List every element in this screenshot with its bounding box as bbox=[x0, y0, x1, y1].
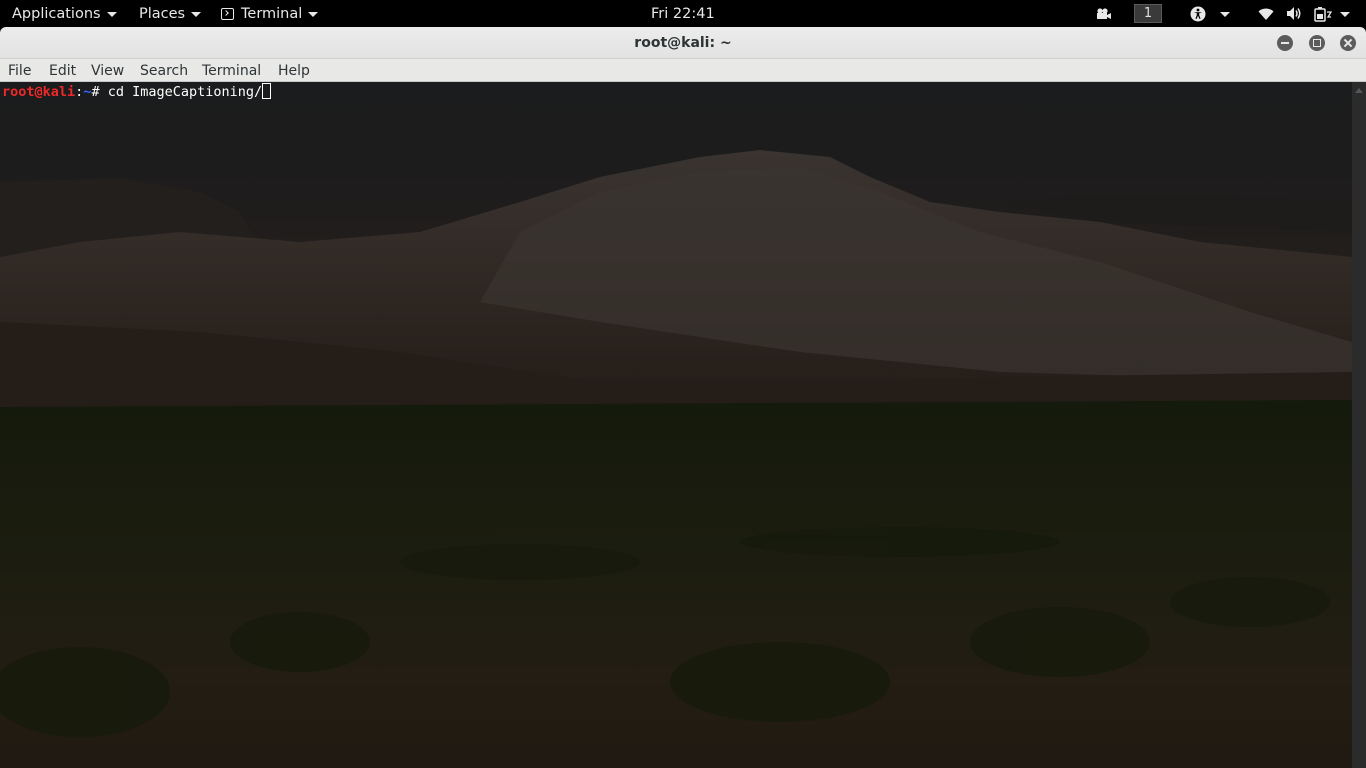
accessibility-icon bbox=[1190, 6, 1206, 21]
battery-icon bbox=[1314, 6, 1332, 22]
prompt-line: root@kali:~# cd ImageCaptioning/ bbox=[2, 83, 272, 101]
chevron-down-icon bbox=[1340, 12, 1350, 17]
wifi-icon[interactable] bbox=[1258, 0, 1274, 27]
close-button[interactable] bbox=[1340, 35, 1356, 51]
chevron-down-icon bbox=[308, 12, 319, 17]
terminal-icon bbox=[221, 7, 234, 20]
maximize-button[interactable] bbox=[1309, 35, 1325, 51]
places-menu[interactable]: Places bbox=[139, 0, 202, 27]
terminal-app-menu[interactable]: Terminal bbox=[221, 0, 319, 27]
menu-view[interactable]: View bbox=[91, 59, 124, 82]
prompt-symbol: # bbox=[91, 84, 108, 100]
applications-label: Applications bbox=[12, 5, 101, 22]
menu-help[interactable]: Help bbox=[278, 59, 310, 82]
video-camera-icon[interactable] bbox=[1095, 0, 1111, 27]
top-panel: Applications Places Terminal Fri 22:41 1 bbox=[0, 0, 1366, 27]
volume-icon[interactable] bbox=[1286, 0, 1303, 27]
applications-menu[interactable]: Applications bbox=[12, 0, 117, 27]
command-text: cd ImageCaptioning/ bbox=[107, 84, 263, 100]
workspace-indicator[interactable]: 1 bbox=[1134, 4, 1162, 23]
window-titlebar[interactable]: root@kali: ~ bbox=[0, 27, 1366, 59]
terminal-app-label: Terminal bbox=[241, 5, 303, 22]
menu-file[interactable]: File bbox=[8, 59, 31, 82]
menubar: File Edit View Search Terminal Help bbox=[0, 59, 1366, 82]
wallpaper-landscape bbox=[0, 150, 1352, 768]
chevron-down-icon bbox=[106, 12, 117, 17]
accessibility-menu[interactable] bbox=[1190, 0, 1230, 27]
clock[interactable]: Fri 22:41 bbox=[651, 0, 715, 27]
scrollbar[interactable] bbox=[1352, 82, 1366, 768]
menu-terminal[interactable]: Terminal bbox=[202, 59, 261, 82]
chevron-down-icon bbox=[1220, 12, 1230, 17]
workspace-number: 1 bbox=[1143, 6, 1153, 21]
window-title: root@kali: ~ bbox=[634, 35, 732, 51]
system-menu[interactable] bbox=[1314, 0, 1350, 27]
prompt-user: root@kali bbox=[2, 84, 76, 100]
text-cursor bbox=[262, 83, 272, 99]
terminal-view[interactable]: root@kali:~# cd ImageCaptioning/ bbox=[0, 82, 1352, 768]
scroll-up-icon[interactable] bbox=[1355, 88, 1363, 93]
menu-search[interactable]: Search bbox=[140, 59, 188, 82]
clock-label: Fri 22:41 bbox=[651, 5, 715, 22]
places-label: Places bbox=[139, 5, 186, 22]
menu-edit[interactable]: Edit bbox=[49, 59, 76, 82]
chevron-down-icon bbox=[191, 12, 202, 17]
minimize-button[interactable] bbox=[1277, 35, 1293, 51]
